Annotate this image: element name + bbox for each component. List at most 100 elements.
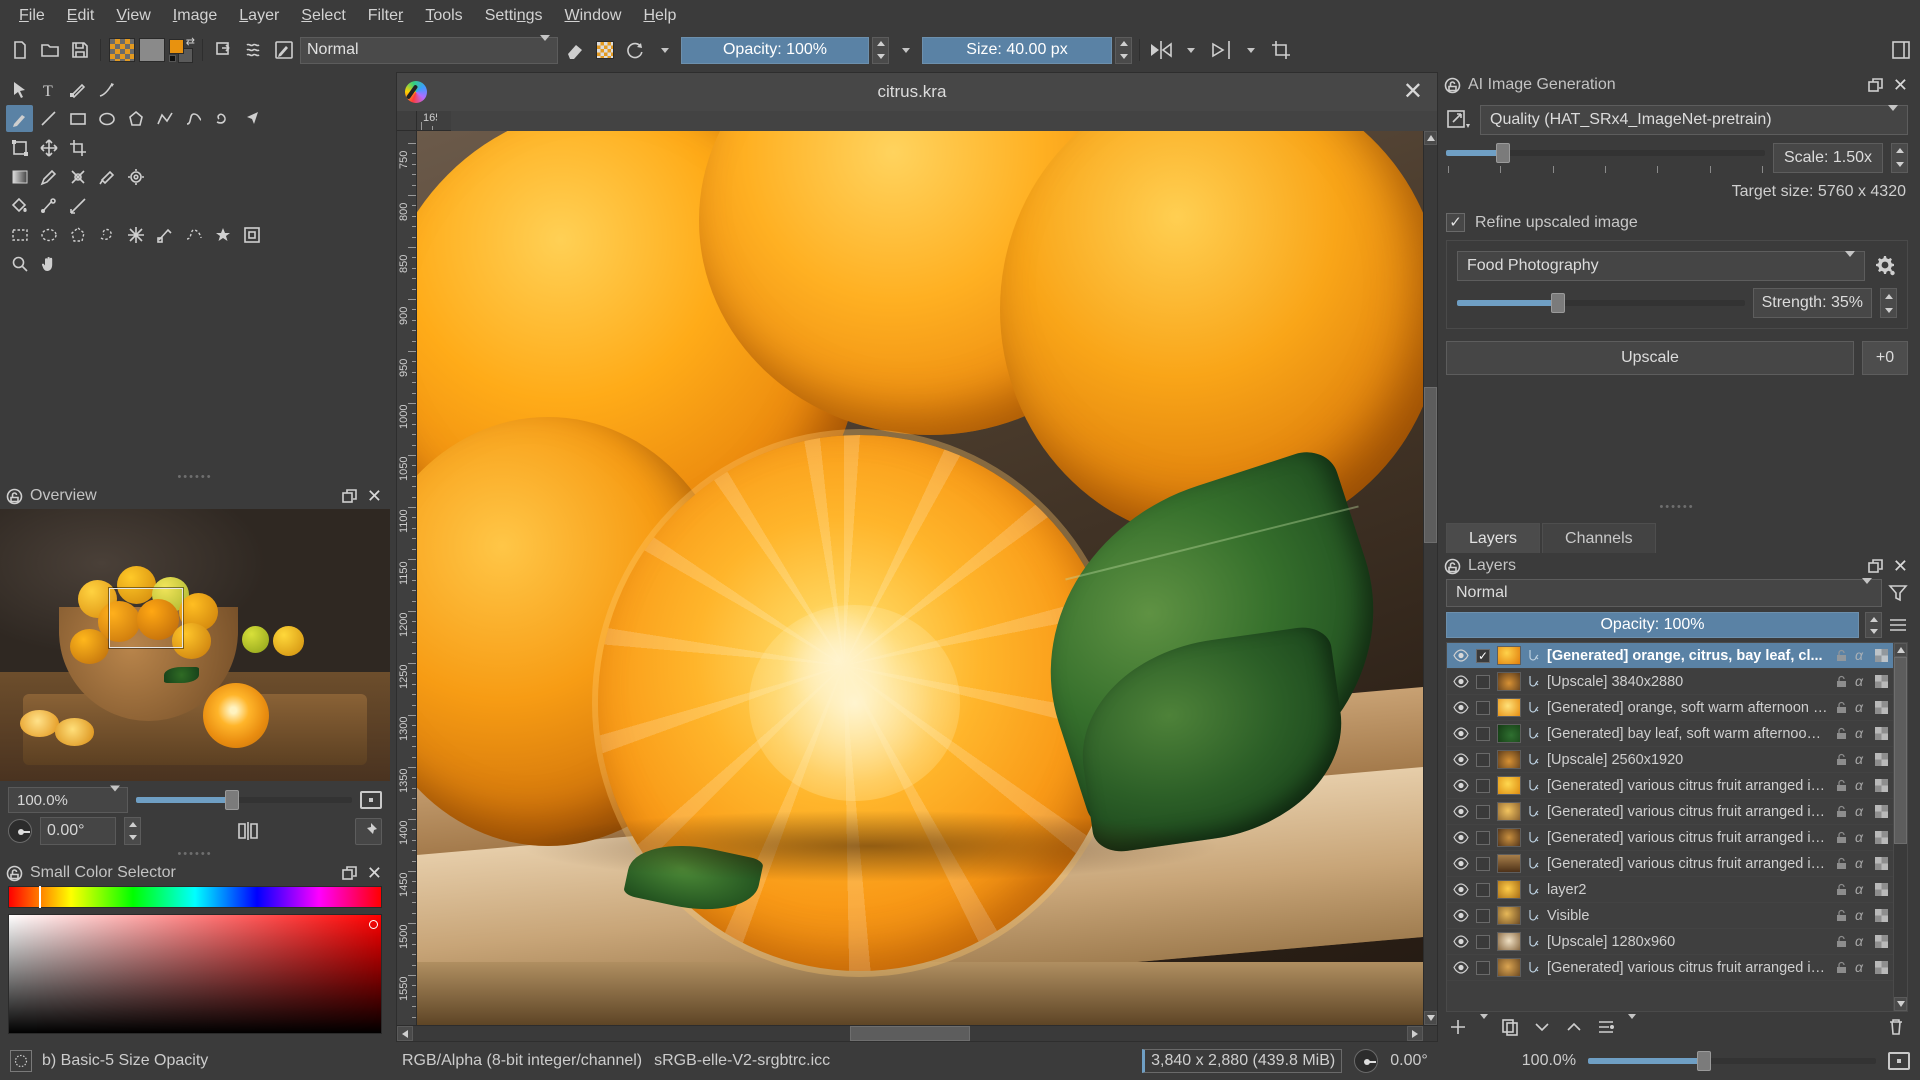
alpha-inherit-icon[interactable]: α	[1855, 752, 1868, 766]
layer-select-checkbox[interactable]	[1476, 830, 1490, 845]
float-docker-icon[interactable]	[1868, 77, 1883, 93]
move-layer-down-icon[interactable]	[1532, 1017, 1552, 1037]
overview-zoom-combo[interactable]: 100.0%	[8, 785, 128, 813]
table-row[interactable]: [Generated] orange, soft warm afternoon …	[1447, 695, 1893, 721]
eye-icon[interactable]	[1452, 649, 1469, 662]
scroll-up-icon[interactable]	[1894, 643, 1907, 657]
horizontal-ruler[interactable]: 1650170017501800185019001950200020502100…	[417, 111, 437, 131]
scale-value[interactable]: Scale: 1.50x	[1773, 142, 1883, 173]
transform-tool[interactable]	[6, 134, 33, 161]
layer-style-icon[interactable]	[1528, 935, 1540, 948]
scroll-left-icon[interactable]	[397, 1026, 413, 1041]
eye-icon[interactable]	[1452, 831, 1469, 844]
layer-select-checkbox[interactable]	[1476, 934, 1490, 949]
layer-style-icon[interactable]	[1528, 675, 1540, 688]
lock-icon[interactable]	[1444, 558, 1461, 575]
layer-select-checkbox[interactable]	[1476, 700, 1490, 715]
pattern-swatch[interactable]	[108, 37, 135, 64]
elliptical-selection-tool[interactable]	[35, 221, 62, 248]
mirror-options-chevron-down-icon[interactable]	[1177, 37, 1204, 64]
lock-layer-icon[interactable]	[1835, 909, 1848, 922]
table-row[interactable]: [Generated] various citrus fruit arrange…	[1447, 799, 1893, 825]
chevron-down-icon[interactable]	[651, 37, 678, 64]
alpha-lock-icon[interactable]	[1875, 701, 1888, 714]
alpha-inherit-icon[interactable]: α	[1855, 882, 1868, 896]
layer-opacity-stepper[interactable]	[1865, 612, 1882, 638]
polygonal-selection-tool[interactable]	[64, 221, 91, 248]
float-docker-icon[interactable]	[342, 488, 357, 504]
lock-layer-icon[interactable]	[1835, 961, 1848, 974]
eye-icon[interactable]	[1452, 909, 1469, 922]
layer-menu-icon[interactable]	[1888, 615, 1908, 635]
eraser-icon[interactable]	[561, 37, 588, 64]
eye-icon[interactable]	[1452, 727, 1469, 740]
open-document-icon[interactable]	[36, 37, 63, 64]
scroll-down-icon[interactable]	[1424, 1011, 1437, 1025]
edit-shapes-tool[interactable]	[64, 76, 91, 103]
opacity-slider[interactable]: Opacity: 100%	[681, 36, 869, 64]
eye-icon[interactable]	[1452, 857, 1469, 870]
table-row[interactable]: [Generated] bay leaf, soft warm afternoo…	[1447, 721, 1893, 747]
overview-thumbnail[interactable]	[0, 509, 390, 781]
size-stepper[interactable]	[1115, 36, 1132, 64]
show-dockers-icon[interactable]	[1887, 37, 1914, 64]
layer-opacity-slider[interactable]: Opacity: 100%	[1446, 612, 1859, 638]
save-icon[interactable]	[66, 37, 93, 64]
rotation-dial[interactable]	[8, 819, 32, 843]
table-row[interactable]: layer2 α	[1447, 877, 1893, 903]
eye-icon[interactable]	[1452, 701, 1469, 714]
image-canvas[interactable]	[417, 131, 1423, 1025]
alpha-lock-icon[interactable]	[1875, 779, 1888, 792]
table-row[interactable]: Visible α	[1447, 903, 1893, 929]
lock-layer-icon[interactable]	[1835, 675, 1848, 688]
brush-preset-icon[interactable]	[10, 1050, 32, 1072]
close-icon[interactable]: ✕	[367, 486, 382, 506]
dock-grip[interactable]: ••••••	[0, 849, 390, 860]
zoom-tool[interactable]	[6, 250, 33, 277]
lock-layer-icon[interactable]	[1835, 831, 1848, 844]
eye-icon[interactable]	[1452, 961, 1469, 974]
alpha-inherit-icon[interactable]: α	[1855, 648, 1868, 662]
layer-properties-chevron-down-icon[interactable]	[1628, 1013, 1636, 1036]
dynamic-brush-tool[interactable]	[238, 105, 265, 132]
brush-preset-status[interactable]: b) Basic-5 Size Opacity	[10, 1050, 390, 1072]
alpha-inherit-icon[interactable]: α	[1855, 856, 1868, 870]
layer-select-checkbox[interactable]	[1476, 882, 1490, 897]
mirror-horizontal-icon[interactable]	[1147, 37, 1174, 64]
layer-select-checkbox[interactable]	[1476, 908, 1490, 923]
upscale-button[interactable]: Upscale	[1446, 341, 1854, 375]
menu-edit[interactable]: Edit	[56, 4, 106, 28]
table-row[interactable]: [Upscale] 1280x960 α	[1447, 929, 1893, 955]
magnetic-selection-tool[interactable]	[209, 221, 236, 248]
lock-layer-icon[interactable]	[1835, 857, 1848, 870]
upscale-model-icon[interactable]	[1446, 108, 1472, 132]
float-docker-icon[interactable]	[342, 865, 357, 881]
reload-preset-icon[interactable]	[621, 37, 648, 64]
freehand-path-tool[interactable]	[209, 105, 236, 132]
move-tool[interactable]	[35, 134, 62, 161]
lock-layer-icon[interactable]	[1835, 779, 1848, 792]
layer-style-icon[interactable]	[1528, 961, 1540, 974]
alpha-lock-icon[interactable]	[591, 37, 618, 64]
layer-style-icon[interactable]	[1528, 727, 1540, 740]
alpha-lock-icon[interactable]	[1875, 883, 1888, 896]
layers-list[interactable]: ✓ [Generated] orange, citrus, bay leaf, c…	[1446, 642, 1894, 1012]
eye-icon[interactable]	[1452, 883, 1469, 896]
brush-editor-icon[interactable]	[270, 37, 297, 64]
alpha-lock-icon[interactable]	[1875, 649, 1888, 662]
alpha-lock-icon[interactable]	[1875, 805, 1888, 818]
bezier-selection-tool[interactable]	[180, 221, 207, 248]
strength-slider[interactable]	[1457, 290, 1745, 316]
add-layer-chevron-down-icon[interactable]	[1480, 1013, 1488, 1036]
blend-mode-selector[interactable]: Normal	[300, 35, 558, 64]
lock-layer-icon[interactable]	[1835, 649, 1848, 662]
gradient-tool[interactable]	[6, 163, 33, 190]
freehand-brush-tool[interactable]	[6, 105, 33, 132]
opacity-stepper[interactable]	[872, 36, 889, 64]
menu-image[interactable]: Image	[162, 4, 228, 28]
layer-select-checkbox[interactable]	[1476, 804, 1490, 819]
lock-icon[interactable]	[1444, 77, 1461, 94]
table-row[interactable]: [Upscale] 3840x2880 α	[1447, 669, 1893, 695]
menu-file[interactable]: File	[8, 4, 56, 28]
hue-strip[interactable]	[8, 886, 382, 908]
